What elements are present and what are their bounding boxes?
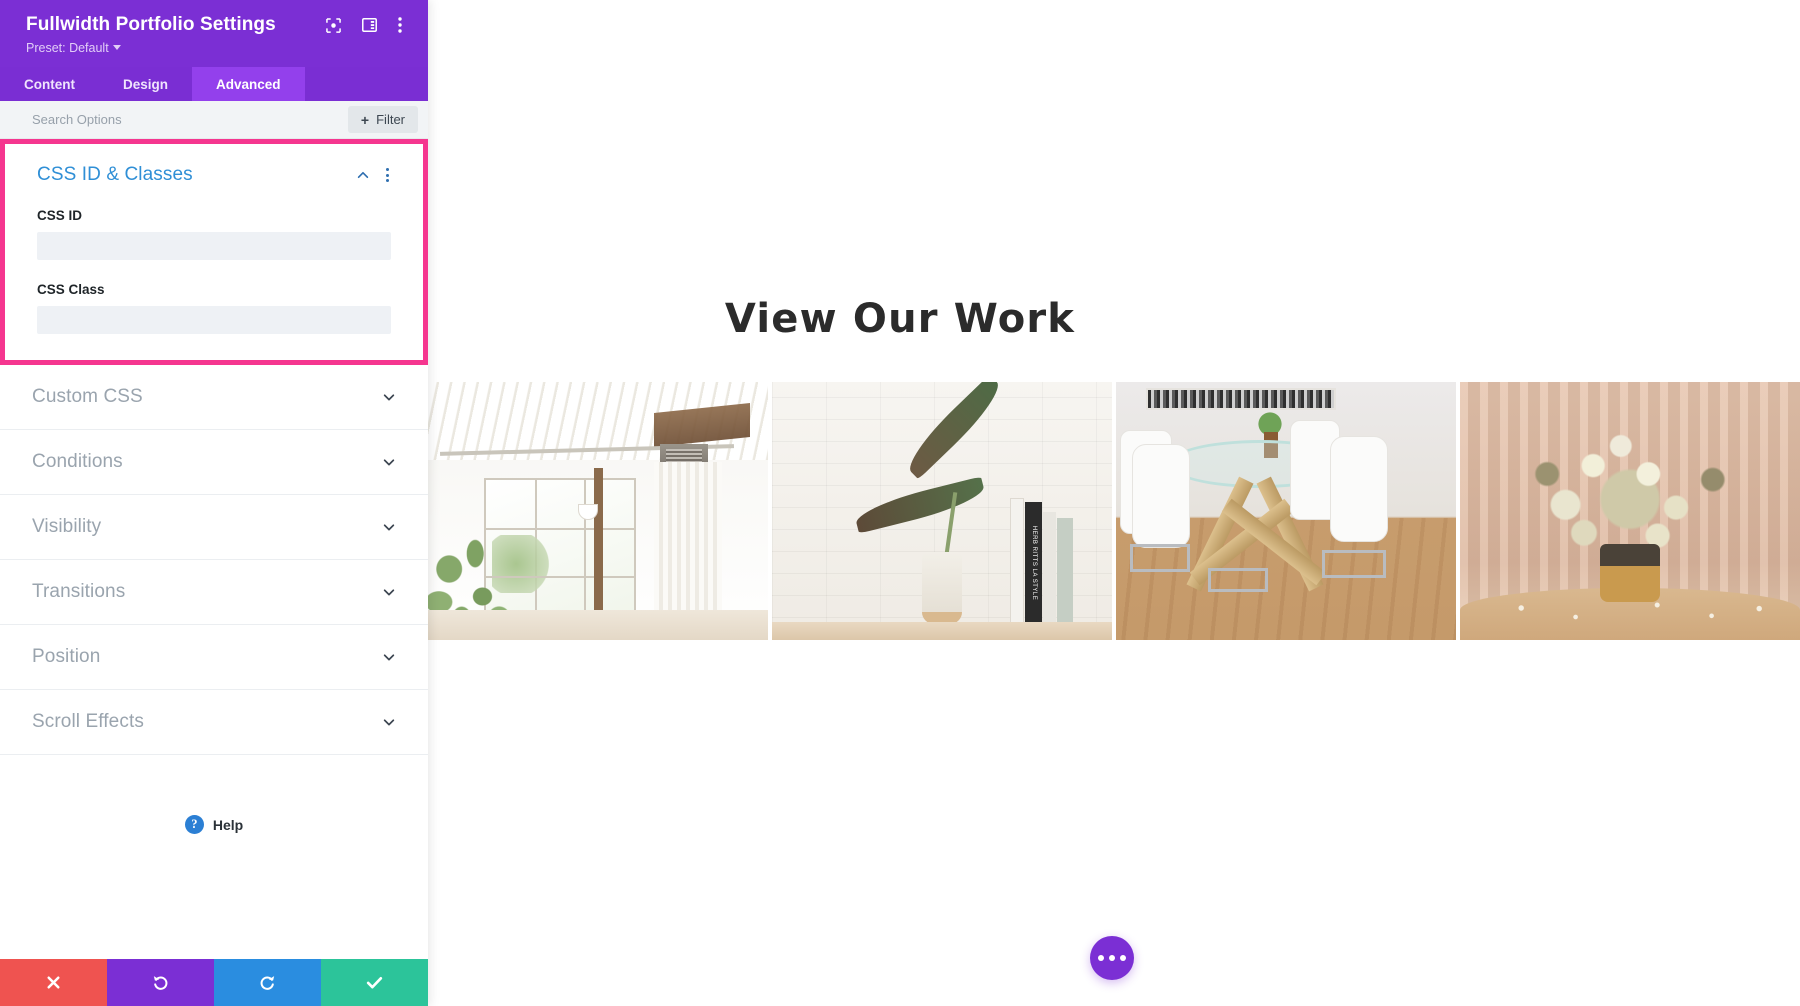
wood-post [593,468,603,618]
section-custom-css[interactable]: Custom CSS [0,365,428,430]
dried-bouquet [1514,418,1745,558]
field-css-id: CSS ID [37,208,391,260]
page-settings-fab[interactable] [1090,936,1134,980]
ellipsis-dot [1098,955,1104,961]
undo-icon [153,976,168,990]
plus-icon: + [360,111,370,128]
chevron-up-icon[interactable] [356,168,370,182]
css-id-input[interactable] [37,232,391,260]
kebab-icon[interactable] [384,166,391,184]
redo-icon [260,976,275,990]
save-button[interactable] [321,959,428,1006]
section-label: Custom CSS [32,386,143,407]
scattered-petals [1459,596,1800,626]
more-options-icon[interactable] [398,17,402,33]
panel-footer [0,959,428,1006]
panel-header: Fullwidth Portfolio Settings Preset: Def… [0,0,428,67]
field-label-css-id: CSS ID [37,208,83,223]
chevron-down-icon [382,585,396,599]
book-sage-kinfolk [1057,518,1074,624]
section-label: Scroll Effects [32,711,144,732]
chevron-down-icon [382,455,396,469]
help-icon: ? [184,815,204,834]
chevron-down-icon [382,390,396,404]
wood-counter [772,622,1113,640]
x-icon [47,976,60,989]
floor-strip [425,610,769,640]
filter-button[interactable]: + Filter [347,106,418,133]
chair-chrome-base [1322,550,1387,578]
white-chair [1132,444,1191,548]
screen: View Our Work HERB RITTS LA STYLE Fullwi… [0,0,1800,1006]
filter-button-label: Filter [376,112,405,127]
preset-label: Preset: Default [26,41,109,55]
portfolio-item-dining-table-chairs[interactable] [1116,382,1456,640]
highlighted-section-outline: CSS ID & Classes CSS ID CSS Class [0,139,428,365]
fullscreen-icon[interactable] [326,17,341,33]
help-label: Help [212,816,244,833]
chevron-down-icon [382,715,396,729]
speckled-vase [922,552,963,624]
chevron-down-icon [382,650,396,664]
chevron-down-icon [112,45,121,50]
section-conditions[interactable]: Conditions [0,430,428,495]
search-bar: + Filter [0,101,428,139]
book-black-herb-ritts [1025,502,1043,624]
panel-title: Fullwidth Portfolio Settings [26,14,276,35]
section-label: Visibility [32,516,102,537]
tab-advanced[interactable]: Advanced [192,67,305,101]
portfolio-item-flower-bouquet[interactable] [1459,382,1800,640]
module-settings-panel: Fullwidth Portfolio Settings Preset: Def… [0,0,428,1006]
tab-content[interactable]: Content [0,67,99,101]
section-position[interactable]: Position [0,625,428,690]
undo-button[interactable] [107,959,214,1006]
ellipsis-dot [1120,955,1126,961]
wall-artwork [1146,388,1337,410]
collapsed-sections-list: Custom CSS Conditions Visibility Transit… [0,365,428,755]
layout-columns-icon[interactable] [362,18,377,32]
redo-button[interactable] [214,959,321,1006]
section-title[interactable]: CSS ID & Classes [37,164,356,186]
sheer-curtain [653,462,722,634]
chair-chrome-base [1130,544,1191,572]
preset-selector[interactable]: Preset: Default [26,41,406,55]
book-cream [1043,512,1057,624]
field-css-class: CSS Class [37,282,391,334]
panel-body: CSS ID & Classes CSS ID CSS Class Custom… [0,139,428,959]
white-chair [1330,436,1389,542]
section-transitions[interactable]: Transitions [0,560,428,625]
section-visibility[interactable]: Visibility [0,495,428,560]
field-label-css-class: CSS Class [37,282,105,297]
chair-chrome-base [1208,568,1269,592]
section-label: Transitions [32,581,126,602]
section-label: Conditions [32,451,123,472]
section-css-id-classes: CSS ID & Classes CSS ID CSS Class [5,144,423,360]
section-scroll-effects[interactable]: Scroll Effects [0,690,428,755]
ellipsis-dot [1109,955,1115,961]
panel-tabs: Content Design Advanced [0,67,428,101]
cancel-button[interactable] [0,959,107,1006]
help-link[interactable]: ? Help [0,815,428,834]
gold-pot [1599,544,1660,602]
portfolio-item-brick-wall-books[interactable] [772,382,1113,640]
section-label: Position [32,646,101,667]
portfolio-item-loft-interior-window[interactable] [425,382,769,640]
tab-design[interactable]: Design [99,67,192,101]
check-icon [366,976,383,989]
book-white [1010,498,1025,624]
search-input[interactable] [32,112,348,127]
chevron-down-icon [382,520,396,534]
css-class-input[interactable] [37,306,391,334]
